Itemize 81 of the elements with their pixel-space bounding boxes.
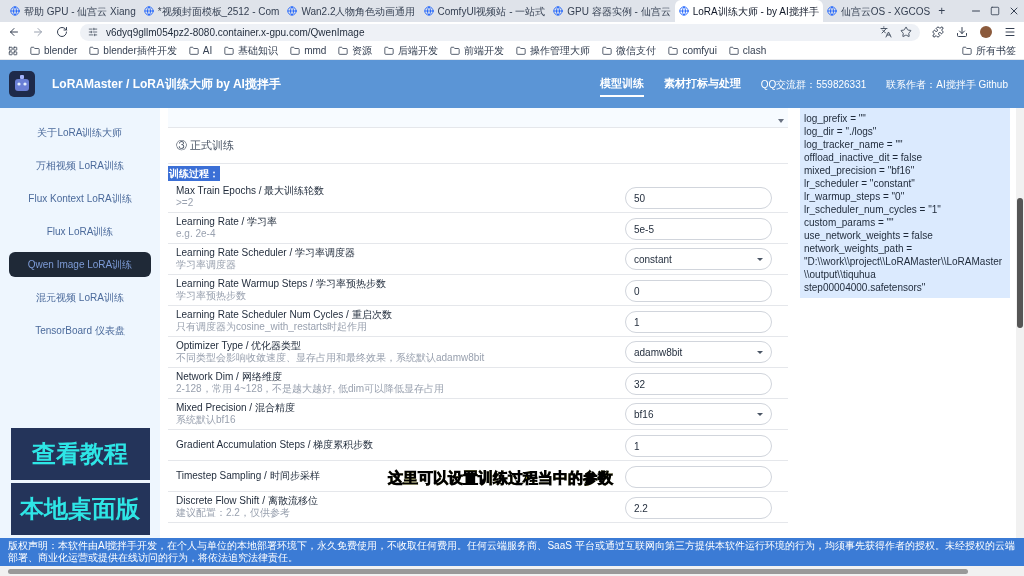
- section-title: ③ 正式训练: [176, 138, 235, 154]
- bookmark[interactable]: blender: [30, 43, 78, 58]
- param-hint: 只有调度器为cosine_with_restarts时起作用: [176, 321, 369, 333]
- browser-tab[interactable]: LoRA训练大师 - by AI搅拌手: [674, 0, 823, 22]
- param-label: Learning Rate Scheduler Num Cycles / 重启次数: [176, 309, 392, 321]
- input-field[interactable]: 50: [625, 187, 772, 210]
- sidebar-item[interactable]: TensorBoard 仪表盘: [9, 318, 151, 343]
- bookmark[interactable]: 操作管理大师: [516, 43, 591, 58]
- sidebar-item[interactable]: Flux Kontext LoRA训练: [9, 186, 151, 211]
- config-line: log_tracker_name = "": [804, 138, 904, 151]
- param-hint: 2-128，常用 4~128，不是越大越好, 低dim可以降低显存占用: [176, 383, 445, 395]
- param-hint: 学习率调度器: [176, 259, 237, 271]
- bookmark[interactable]: 后端开发: [384, 43, 439, 58]
- input-field[interactable]: 0: [625, 280, 772, 303]
- all-bookmarks[interactable]: 所有书签: [962, 43, 1016, 58]
- dropdown[interactable]: bf16: [625, 403, 772, 425]
- browser-tab[interactable]: 仙宫云OS - XGCOS: [822, 0, 935, 22]
- param-label: Learning Rate Warmup Steps / 学习率预热步数: [176, 278, 386, 290]
- input-field[interactable]: 1: [625, 311, 772, 334]
- param-hint: 不同类型会影响收敛速度、显存占用和最终效果，系统默认adamw8bit: [176, 352, 485, 364]
- banner-button[interactable]: 查看教程: [10, 428, 150, 480]
- param-label: Mixed Precision / 混合精度: [176, 402, 295, 414]
- param-hint: >=2: [176, 197, 195, 209]
- param-hint: e.g. 2e-4: [176, 228, 217, 240]
- bookmark[interactable]: 前端开发: [450, 43, 505, 58]
- sidebar-item[interactable]: Flux LoRA训练: [9, 219, 151, 244]
- sidebar-item[interactable]: Qwen Image LoRA训练: [9, 252, 151, 277]
- param-hint: 建议配置：2.2，仅供参考: [176, 507, 291, 519]
- config-line: lr_scheduler_num_cycles = "1": [804, 203, 942, 216]
- param-label: Gradient Accumulation Steps / 梯度累积步数: [176, 439, 374, 451]
- config-line: mixed_precision = "bf16": [804, 164, 916, 177]
- config-line: use_network_weights = false: [804, 229, 934, 242]
- config-line: network_weights_path =: [804, 242, 914, 255]
- browser-tab[interactable]: 帮助 GPU - 仙宫云 Xiang: [6, 0, 140, 22]
- config-line: offload_inactive_dit = false: [804, 151, 923, 164]
- bookmark[interactable]: clash: [728, 43, 767, 58]
- param-label: Network Dim / 网络维度: [176, 371, 283, 383]
- group-label: 训练过程：: [168, 165, 220, 181]
- address-bar[interactable]: v6dyq9gllm054pz2-8080.container.x-gpu.com/QwenImage: [80, 23, 920, 41]
- video-caption: 这里可以设置训练过程当中的参数: [388, 469, 613, 486]
- param-label: Timestep Sampling / 时间步采样: [176, 470, 320, 482]
- input-field[interactable]: 2.2: [625, 497, 772, 520]
- sidebar-item[interactable]: 万相视频 LoRA训练: [9, 153, 151, 178]
- bookmark[interactable]: 资源: [338, 43, 373, 58]
- param-label: Learning Rate Scheduler / 学习率调度器: [176, 247, 355, 259]
- config-line: lr_warmup_steps = "0": [804, 190, 906, 203]
- bookmark[interactable]: comfyui: [668, 43, 717, 58]
- param-hint: 系统默认bf16: [176, 414, 237, 426]
- sidebar-item[interactable]: 关于LoRA训练大师: [9, 120, 151, 145]
- bookmark[interactable]: AI: [188, 43, 213, 58]
- browser-tab[interactable]: *视频封面模板_2512 - Com: [139, 0, 284, 22]
- config-line: step00004000.safetensors": [804, 281, 927, 294]
- dropdown[interactable]: constant: [625, 248, 772, 270]
- copyright-text: 版权声明：本软件由AI搅拌手开发，在个人与单位的本地部署环境下，永久免费使用，不收取任何费用。任何云端服务商、SaaS 平台或通过互联网向第三方提供本软件运行环境的行为，均须事先获得作者的授权。未经授权的云端部署、商业化运营或提供在线访问的行为，将依法追究法律责任。: [8, 540, 1016, 564]
- config-line: lr_scheduler = "constant": [804, 177, 916, 190]
- input-field[interactable]: 32: [625, 373, 772, 396]
- param-label: Optimizer Type / 优化器类型: [176, 340, 303, 352]
- dropdown[interactable]: adamw8bit: [625, 341, 772, 363]
- browser-tab[interactable]: GPU 容器实例 - 仙宫云: [549, 0, 675, 22]
- app-title: LoRAMaster / LoRA训练大师 by AI搅拌手: [52, 76, 281, 93]
- input-field[interactable]: 5e-5: [625, 218, 772, 241]
- sidebar-item[interactable]: 混元视频 LoRA训练: [9, 285, 151, 310]
- banner-button[interactable]: 本地桌面版: [10, 483, 150, 535]
- config-line: log_prefix = "": [804, 112, 867, 125]
- browser-tab[interactable]: Wan2.2人物角色动画通用: [283, 0, 420, 22]
- param-label: Max Train Epochs / 最大训练轮数: [176, 185, 325, 197]
- param-label: Learning Rate / 学习率: [176, 216, 278, 228]
- bookmark[interactable]: 微信支付: [602, 43, 657, 58]
- browser-tab[interactable]: ComfyUI视频站 - 一站式: [419, 0, 550, 22]
- bookmark[interactable]: mmd: [290, 43, 327, 58]
- bookmark[interactable]: blender插件开发: [89, 43, 177, 58]
- input-field[interactable]: 1: [625, 435, 772, 458]
- param-hint: 学习率预热步数: [176, 290, 247, 302]
- param-label: Discrete Flow Shift / 离散流移位: [176, 495, 318, 507]
- new-tab-button[interactable]: +: [934, 0, 950, 22]
- bookmark[interactable]: 基础知识: [224, 43, 279, 58]
- qq-group-text: QQ交流群：559826331: [760, 77, 867, 92]
- contact-text: 联系作者：AI搅拌手 Github: [886, 77, 1008, 92]
- config-line: log_dir = "./logs": [804, 125, 878, 138]
- config-line: custom_params = "": [804, 216, 895, 229]
- url-text: v6dyq9gllm054pz2-8080.container.x-gpu.com/QwenImage: [106, 25, 365, 40]
